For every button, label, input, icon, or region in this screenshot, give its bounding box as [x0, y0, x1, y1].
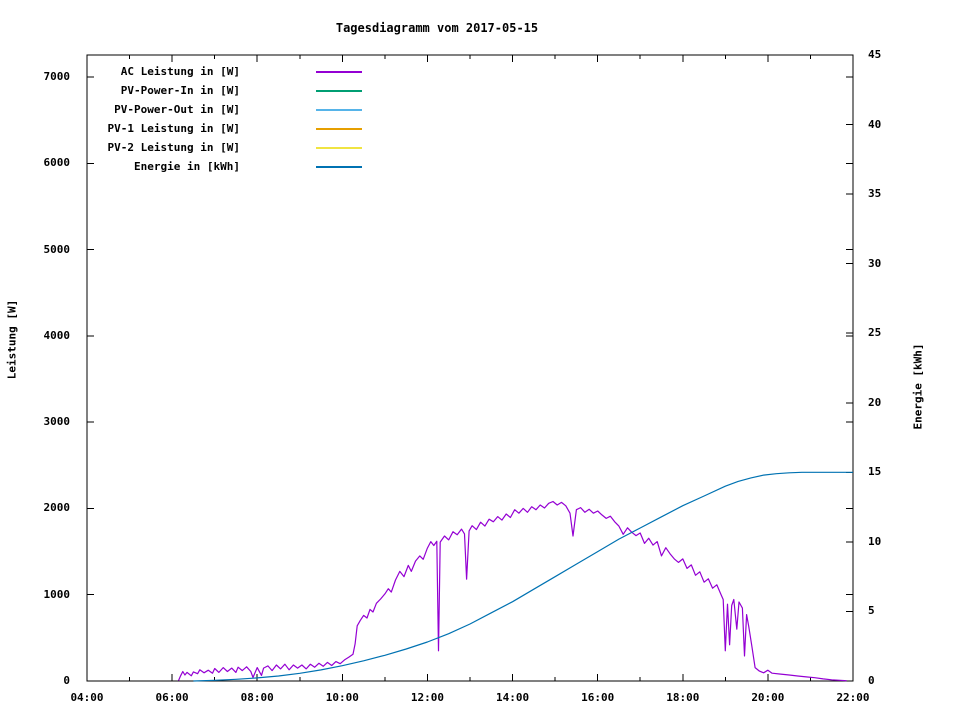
y-axis-label-right: Energie [kWh]: [911, 343, 925, 430]
series-line-5: [193, 471, 853, 682]
y2-tick-label: 40: [868, 117, 882, 131]
legend-item-label: PV-1 Leistung in [W]: [107, 122, 240, 135]
y1-tick-label: 1000: [43, 587, 71, 601]
y1-tick-label: 0: [63, 674, 70, 687]
chart-canvas: Tagesdiagramm vom 2017-05-15 Leistung [W…: [0, 0, 960, 720]
legend-item-label: Energie in [kWh]: [134, 160, 240, 173]
legend-item-label: PV-Power-In in [W]: [120, 84, 240, 97]
y2-tick-label: 45: [868, 48, 882, 61]
x-tick-label: 14:00: [495, 691, 530, 704]
y1-tick-label: 2000: [43, 501, 71, 515]
x-tick-label: 16:00: [581, 691, 615, 704]
legend-swatch: [316, 109, 362, 111]
y2-tick-label: 0: [868, 674, 875, 687]
y1-tick-label: 3000: [43, 415, 71, 429]
y2-tick-label: 15: [868, 465, 882, 479]
legend-swatch: [316, 71, 362, 73]
x-tick-label: 04:00: [70, 691, 104, 704]
x-tick-label: 08:00: [240, 691, 274, 704]
y1-tick-label: 5000: [43, 242, 71, 256]
legend-item-label: PV-Power-Out in [W]: [114, 103, 240, 116]
x-tick-label: 06:00: [155, 691, 189, 704]
x-tick-label: 12:00: [410, 691, 444, 704]
x-tick-label: 18:00: [666, 691, 700, 704]
y1-tick-label: 4000: [43, 328, 71, 342]
y2-tick-label: 20: [868, 395, 882, 409]
legend-item-label: PV-2 Leistung in [W]: [107, 141, 240, 154]
x-tick-label: 10:00: [325, 691, 359, 704]
legend-swatch: [316, 166, 362, 168]
legend-swatch: [316, 128, 362, 130]
y2-tick-label: 10: [868, 534, 882, 548]
series-line-0: [177, 500, 847, 682]
legend-swatch: [316, 147, 362, 149]
y2-tick-label: 35: [868, 187, 882, 201]
y2-tick-label: 5: [868, 604, 875, 618]
chart-title: Tagesdiagramm vom 2017-05-15: [335, 21, 539, 35]
legend-swatch: [316, 90, 362, 92]
y2-tick-label: 25: [868, 326, 882, 340]
x-tick-label: 22:00: [836, 691, 870, 704]
legend-item-label: AC Leistung in [W]: [120, 65, 240, 78]
x-tick-label: 20:00: [751, 691, 785, 704]
y2-tick-label: 30: [868, 256, 882, 270]
